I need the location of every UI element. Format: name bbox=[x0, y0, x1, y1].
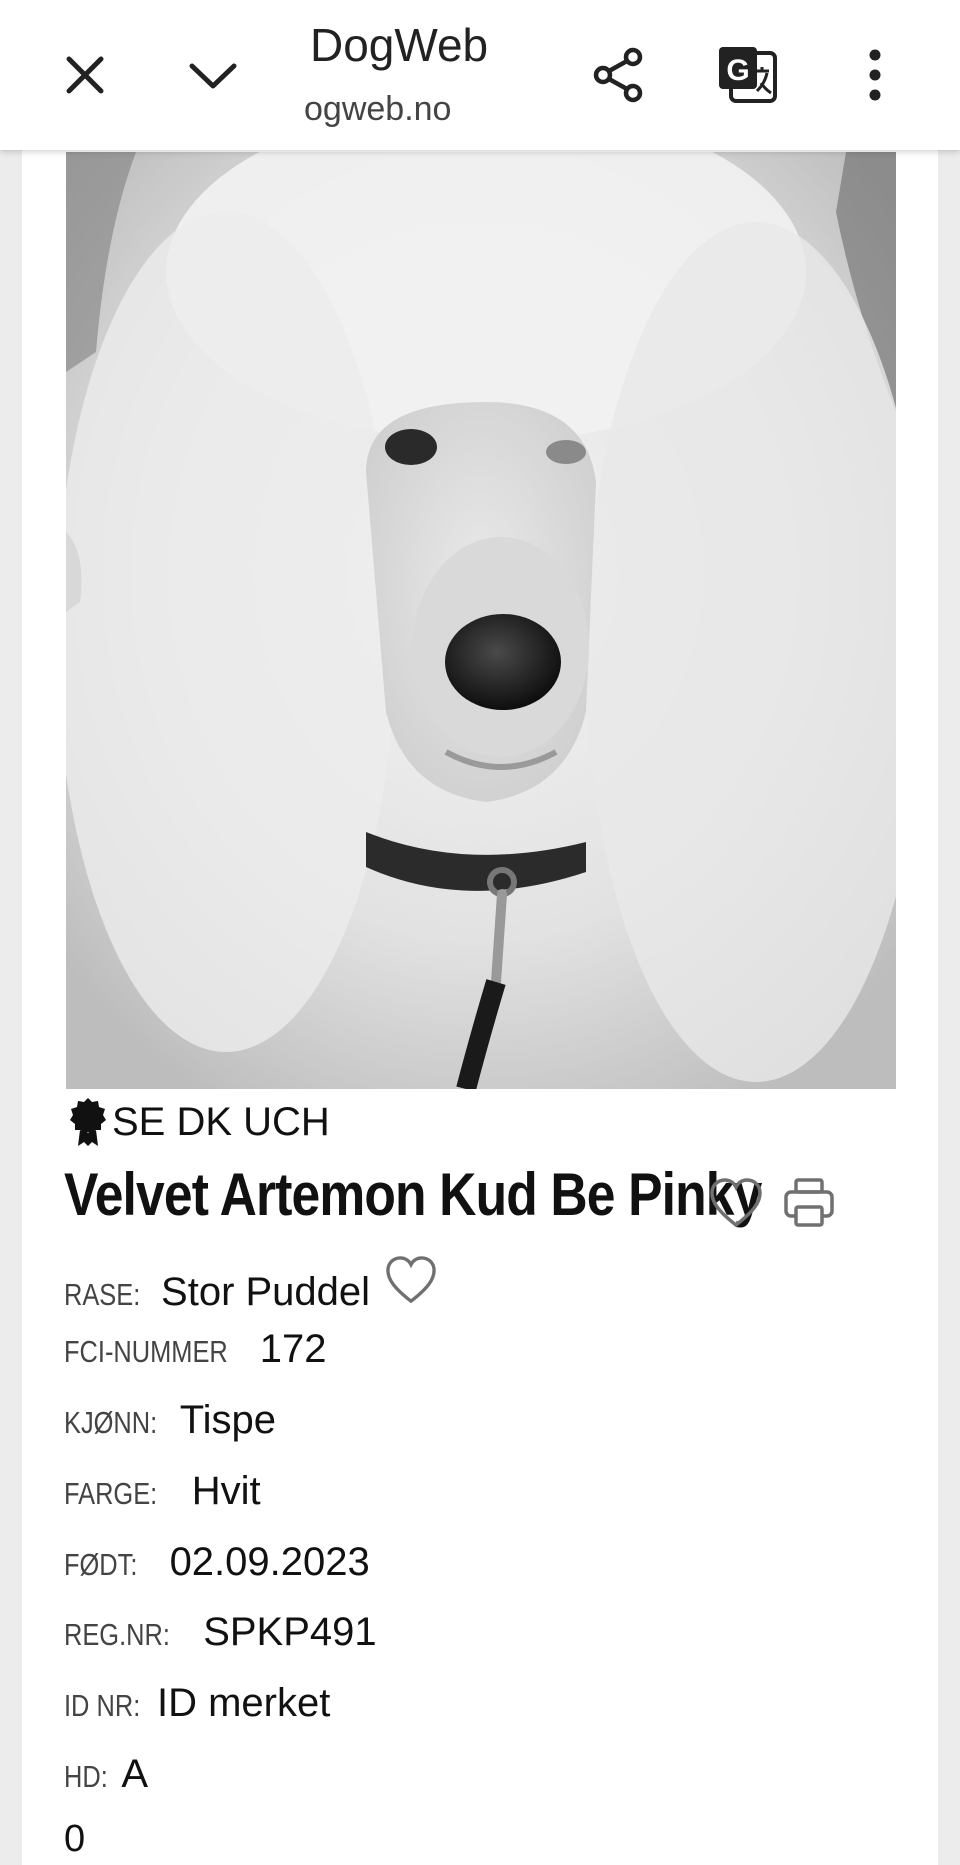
detail-row-fci: FCI-NUMMER 172 bbox=[64, 1327, 327, 1372]
breed-value[interactable]: Stor Puddel bbox=[161, 1270, 370, 1315]
favorite-dog-button[interactable] bbox=[708, 1175, 764, 1231]
share-button[interactable] bbox=[574, 30, 664, 120]
dog-name-heading: Velvet Artemon Kud Be Pinky bbox=[64, 1161, 762, 1228]
id-value: ID merket bbox=[157, 1681, 331, 1725]
champion-title: SE DK UCH bbox=[68, 1096, 330, 1148]
heart-icon bbox=[710, 1178, 762, 1228]
more-options-button[interactable] bbox=[830, 30, 920, 120]
award-badge-icon bbox=[70, 1098, 106, 1146]
printer-icon bbox=[784, 1178, 834, 1227]
close-button[interactable] bbox=[40, 30, 130, 120]
reg-label: REG.NR: bbox=[64, 1617, 170, 1652]
more-vert-icon bbox=[869, 49, 881, 101]
minimize-button[interactable] bbox=[168, 30, 258, 120]
detail-row-born: FØDT: 02.09.2023 bbox=[64, 1540, 370, 1585]
hd-label: HD: bbox=[64, 1759, 108, 1794]
browser-toolbar: DogWeb ogweb.no G bbox=[0, 0, 960, 150]
translate-button[interactable]: G bbox=[702, 30, 792, 120]
sex-label: KJØNN: bbox=[64, 1405, 158, 1440]
id-label: ID NR: bbox=[64, 1688, 141, 1723]
svg-text:G: G bbox=[726, 54, 749, 87]
detail-row-breed: RASE: Stor Puddel bbox=[64, 1255, 438, 1315]
hd-value: A bbox=[121, 1752, 149, 1796]
sex-value: Tispe bbox=[179, 1398, 277, 1442]
breed-label: RASE: bbox=[64, 1277, 141, 1312]
favorite-breed-button[interactable] bbox=[384, 1255, 438, 1305]
dog-photo-image bbox=[66, 152, 896, 1089]
reg-value: SPKP491 bbox=[203, 1610, 377, 1654]
print-button[interactable] bbox=[781, 1175, 837, 1231]
extra-value: 0 bbox=[64, 1818, 86, 1860]
fci-value: 172 bbox=[259, 1327, 327, 1371]
heart-icon bbox=[386, 1256, 436, 1304]
color-value: Hvit bbox=[191, 1469, 261, 1513]
chevron-down-icon bbox=[189, 63, 237, 89]
share-icon bbox=[593, 47, 643, 103]
born-label: FØDT: bbox=[64, 1547, 138, 1582]
translate-icon: G bbox=[719, 47, 777, 103]
page-content: SE DK UCH Velvet Artemon Kud Be Pinky RA… bbox=[22, 150, 938, 1865]
detail-row-color: FARGE: Hvit bbox=[64, 1469, 261, 1514]
detail-row-id: ID NR: ID merket bbox=[64, 1681, 330, 1726]
color-label: FARGE: bbox=[64, 1476, 158, 1511]
close-icon bbox=[66, 56, 104, 94]
site-title: DogWeb bbox=[310, 19, 489, 71]
detail-row-reg: REG.NR: SPKP491 bbox=[64, 1610, 377, 1655]
site-url: ogweb.no bbox=[304, 90, 452, 128]
champion-title-text: SE DK UCH bbox=[112, 1099, 330, 1144]
dog-photo bbox=[66, 152, 896, 1089]
born-value: 02.09.2023 bbox=[169, 1540, 370, 1584]
detail-row-hd: HD: A bbox=[64, 1752, 148, 1797]
fci-label: FCI-NUMMER bbox=[64, 1334, 228, 1369]
detail-row-sex: KJØNN: Tispe bbox=[64, 1398, 276, 1443]
